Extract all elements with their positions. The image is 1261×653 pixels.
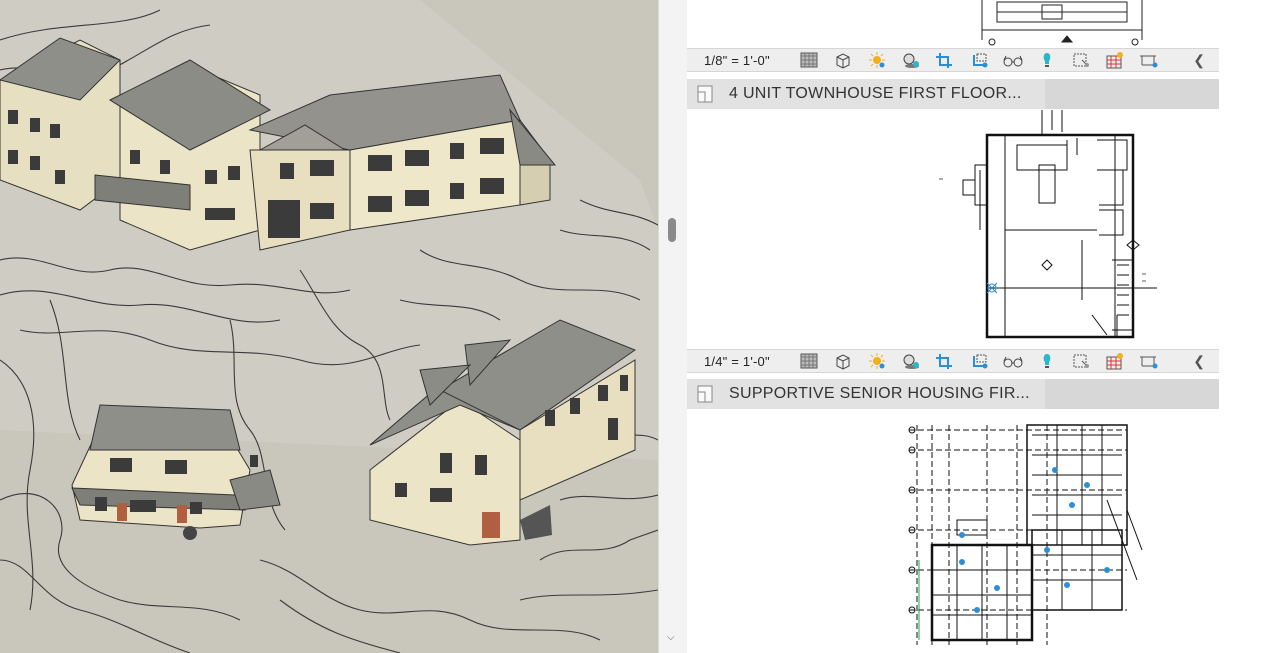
floor-plan-view-icon (697, 85, 713, 103)
show-crop-region-icon[interactable] (966, 50, 992, 70)
scrollbar-track[interactable] (665, 0, 681, 653)
view-control-bar-2: 1/4" = 1'-0" ❮ (687, 349, 1219, 373)
viewport-title-bar-townhouse[interactable]: 4 UNIT TOWNHOUSE FIRST FLOOR... (687, 79, 1219, 109)
elevation-view-partial[interactable] (687, 0, 1219, 48)
sheet-views-column: 1/8" = 1'-0" ❮ 4 UNIT TOWNHOUSE FIRST FL… (687, 0, 1261, 653)
viewport-title-text: 4 UNIT TOWNHOUSE FIRST FLOOR... (729, 85, 1022, 102)
analysis-display-icon[interactable] (1102, 50, 1128, 70)
crop-view-icon[interactable] (932, 50, 958, 70)
senior-housing-floor-plan-view[interactable] (687, 410, 1219, 653)
shadows-icon[interactable] (898, 351, 924, 371)
analysis-display-icon[interactable] (1102, 351, 1128, 371)
temporary-hide-glasses-icon[interactable] (1000, 351, 1026, 371)
collapse-arrow-icon[interactable]: ❮ (1193, 52, 1205, 69)
collapse-arrow-icon[interactable]: ❮ (1193, 353, 1205, 370)
townhouse-floor-plan-view[interactable]: xx xx xx (687, 110, 1219, 349)
visual-style-cube-icon[interactable] (830, 351, 856, 371)
reveal-hidden-icon[interactable] (1034, 351, 1060, 371)
highlight-displacement-icon[interactable] (1136, 50, 1162, 70)
sun-path-icon[interactable] (864, 50, 890, 70)
temporary-view-properties-icon[interactable] (1068, 351, 1094, 371)
svg-text:xx: xx (939, 176, 943, 181)
scrollbar-thumb[interactable] (668, 218, 676, 242)
svg-text:xx: xx (1142, 271, 1146, 276)
view-splitter-scrollbar[interactable]: ⌵ (658, 0, 687, 653)
show-crop-region-icon[interactable] (966, 351, 992, 371)
viewport-title-bar-senior-housing[interactable]: SUPPORTIVE SENIOR HOUSING FIR... (687, 379, 1219, 409)
highlight-displacement-icon[interactable] (1136, 351, 1162, 371)
temporary-hide-glasses-icon[interactable] (1000, 50, 1026, 70)
viewport-title-text: SUPPORTIVE SENIOR HOUSING FIR... (729, 385, 1030, 402)
view-control-bar-1: 1/8" = 1'-0" ❮ (687, 48, 1219, 72)
scroll-down-arrow-icon[interactable]: ⌵ (667, 632, 675, 643)
floor-plan-view-icon (697, 385, 713, 403)
visual-style-cube-icon[interactable] (830, 50, 856, 70)
crop-view-icon[interactable] (932, 351, 958, 371)
view-scale-label[interactable]: 1/4" = 1'-0" (704, 354, 796, 369)
sun-path-icon[interactable] (864, 351, 890, 371)
shadows-icon[interactable] (898, 50, 924, 70)
temporary-view-properties-icon[interactable] (1068, 50, 1094, 70)
3d-site-render[interactable] (0, 0, 658, 653)
svg-text:xx: xx (1142, 278, 1146, 283)
view-scale-label[interactable]: 1/8" = 1'-0" (704, 53, 796, 68)
reveal-hidden-icon[interactable] (1034, 50, 1060, 70)
detail-level-icon[interactable] (796, 50, 822, 70)
viewport-title-tab[interactable]: SUPPORTIVE SENIOR HOUSING FIR... (687, 379, 1045, 409)
viewport-title-tab[interactable]: 4 UNIT TOWNHOUSE FIRST FLOOR... (687, 79, 1045, 109)
3d-model-view[interactable] (0, 0, 658, 653)
detail-level-icon[interactable] (796, 351, 822, 371)
